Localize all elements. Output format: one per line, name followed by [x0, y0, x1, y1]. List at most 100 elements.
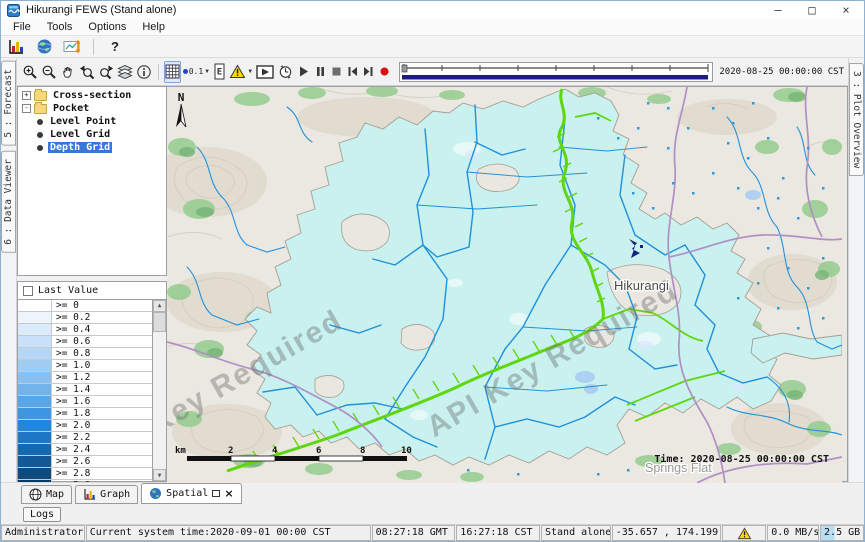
- database-button[interactable]: [5, 37, 27, 57]
- explorer-button[interactable]: [33, 37, 55, 57]
- warning-dropdown[interactable]: ▼: [228, 61, 254, 83]
- tree-item-label: Cross-section: [51, 90, 133, 101]
- tab-plot-overview[interactable]: 3 : Plot Overview: [849, 63, 864, 176]
- play-button[interactable]: [296, 61, 311, 83]
- svg-text:4: 4: [272, 446, 278, 456]
- timeline-slider[interactable]: [399, 62, 713, 82]
- tab-close-icon[interactable]: ×: [224, 488, 233, 499]
- movie-export-button[interactable]: [255, 61, 275, 83]
- tree-item-pocket[interactable]: - Pocket: [20, 102, 166, 115]
- legend-panel: Last Value >= 0>= 0.2>= 0.4>= 0.6>= 0.8>…: [17, 281, 167, 482]
- scroll-down-button[interactable]: ▲: [153, 469, 166, 481]
- menu-help[interactable]: Help: [135, 20, 172, 34]
- menu-file[interactable]: File: [6, 20, 38, 34]
- tab-map[interactable]: Map: [21, 485, 72, 504]
- zoom-previous-button[interactable]: [78, 61, 96, 83]
- svg-text:E: E: [217, 68, 222, 78]
- last-value-label: Last Value: [38, 285, 98, 296]
- last-value-checkbox[interactable]: [23, 286, 33, 296]
- step-end-button[interactable]: [361, 61, 376, 83]
- marker-size-dropdown[interactable]: 0.1 ▼: [182, 61, 211, 83]
- scrollbar-track[interactable]: [153, 312, 166, 469]
- spatial-display-button[interactable]: [61, 37, 83, 57]
- zoom-next-icon: [98, 64, 114, 80]
- tree-item-label: Pocket: [51, 103, 91, 114]
- legend-row-label: >= 2.4: [52, 444, 90, 455]
- logs-button[interactable]: Logs: [23, 507, 61, 522]
- scroll-up-button[interactable]: ▲: [153, 300, 166, 312]
- legend-color-swatch: [18, 456, 52, 467]
- record-icon: [378, 65, 391, 78]
- legend-row: >= 1.2: [18, 372, 152, 384]
- step-end-icon: [362, 65, 375, 78]
- zoom-in-icon: [22, 64, 38, 80]
- tab-spatial[interactable]: Spatial ×: [141, 483, 241, 504]
- bar-chart-icon: [83, 488, 96, 501]
- step-start-button[interactable]: [345, 61, 360, 83]
- close-button[interactable]: ×: [840, 2, 852, 18]
- frame-label-icon: E: [213, 63, 226, 80]
- info-button[interactable]: [135, 61, 153, 83]
- zoom-next-button[interactable]: [97, 61, 115, 83]
- zoom-in-button[interactable]: [21, 61, 39, 83]
- folder-icon: [34, 91, 47, 101]
- tree-item-depth-grid[interactable]: Depth Grid: [20, 141, 166, 154]
- status-warning-cell[interactable]: [722, 525, 766, 541]
- legend-scrollbar[interactable]: ▲ ▲: [153, 300, 166, 481]
- marker-dot-icon: [183, 69, 188, 74]
- menu-tools[interactable]: Tools: [40, 20, 80, 34]
- expander-icon[interactable]: +: [22, 91, 31, 100]
- scrollbar-thumb[interactable]: [153, 312, 166, 332]
- expander-icon[interactable]: -: [22, 104, 31, 113]
- tree-item-level-grid[interactable]: Level Grid: [20, 128, 166, 141]
- chevron-down-icon: ▼: [204, 69, 210, 75]
- legend-row: >= 2.0: [18, 420, 152, 432]
- tab-data-viewer[interactable]: 6 : Data Viewer: [1, 151, 16, 253]
- tree-item-cross-section[interactable]: + Cross-section: [20, 89, 166, 102]
- legend-row-label: >= 2.0: [52, 420, 90, 431]
- legend-color-swatch: [18, 360, 52, 371]
- maximize-button[interactable]: □: [806, 2, 818, 18]
- pause-icon: [314, 65, 327, 78]
- help-button[interactable]: ?: [104, 37, 126, 57]
- zoom-out-button[interactable]: [40, 61, 58, 83]
- layers-button[interactable]: [116, 61, 134, 83]
- menu-options[interactable]: Options: [81, 20, 133, 34]
- animation-settings-button[interactable]: [276, 61, 295, 83]
- legend-row: >= 1.4: [18, 384, 152, 396]
- legend-row: >= 1.8: [18, 408, 152, 420]
- svg-text:km: km: [175, 446, 186, 456]
- legend-row: >= 0: [18, 300, 152, 312]
- grid-toggle-button[interactable]: [164, 61, 181, 83]
- timeline-handle[interactable]: [402, 65, 407, 72]
- frame-label-button[interactable]: E: [212, 61, 227, 83]
- map-canvas[interactable]: API Key Required API Key Required N km: [167, 87, 842, 483]
- stop-button[interactable]: [329, 61, 344, 83]
- status-network-rate: 0.0 MB/s: [767, 525, 819, 541]
- status-gmt-time: 08:27:18 GMT: [372, 525, 456, 541]
- tree-item-level-point[interactable]: Level Point: [20, 115, 166, 128]
- window-title: Hikurangi FEWS (Stand alone): [26, 4, 772, 16]
- marker-size-value: 0.1: [189, 67, 203, 76]
- legend-row: >= 2.2: [18, 432, 152, 444]
- pan-button[interactable]: [59, 61, 77, 83]
- wire-globe-icon: [29, 488, 42, 501]
- legend-color-swatch: [18, 384, 52, 395]
- pause-button[interactable]: [312, 61, 327, 83]
- map-view[interactable]: API Key Required API Key Required N km: [167, 86, 848, 482]
- left-panel: + Cross-section - Pocket Level Point: [17, 86, 167, 482]
- legend-row-label: >= 2.8: [52, 468, 90, 479]
- minimize-button[interactable]: —: [772, 2, 784, 18]
- record-button[interactable]: [377, 61, 392, 83]
- legend-row-label: >= 0.6: [52, 336, 90, 347]
- status-bar: Administrator Current system time:2020-0…: [1, 524, 864, 541]
- legend-row-label: >= 1.0: [52, 360, 90, 371]
- tab-graph[interactable]: Graph: [75, 485, 138, 504]
- tab-maximize-icon[interactable]: [212, 490, 220, 497]
- legend-row-label: >= 0.4: [52, 324, 90, 335]
- zoom-out-icon: [41, 64, 57, 80]
- map-time-overlay: Time: 2020-08-25 00:00:00 CST: [654, 453, 829, 465]
- legend-row: >= 2.4: [18, 444, 152, 456]
- grid-icon: [165, 64, 180, 79]
- tab-forecast[interactable]: 5 : Forecast: [1, 61, 16, 146]
